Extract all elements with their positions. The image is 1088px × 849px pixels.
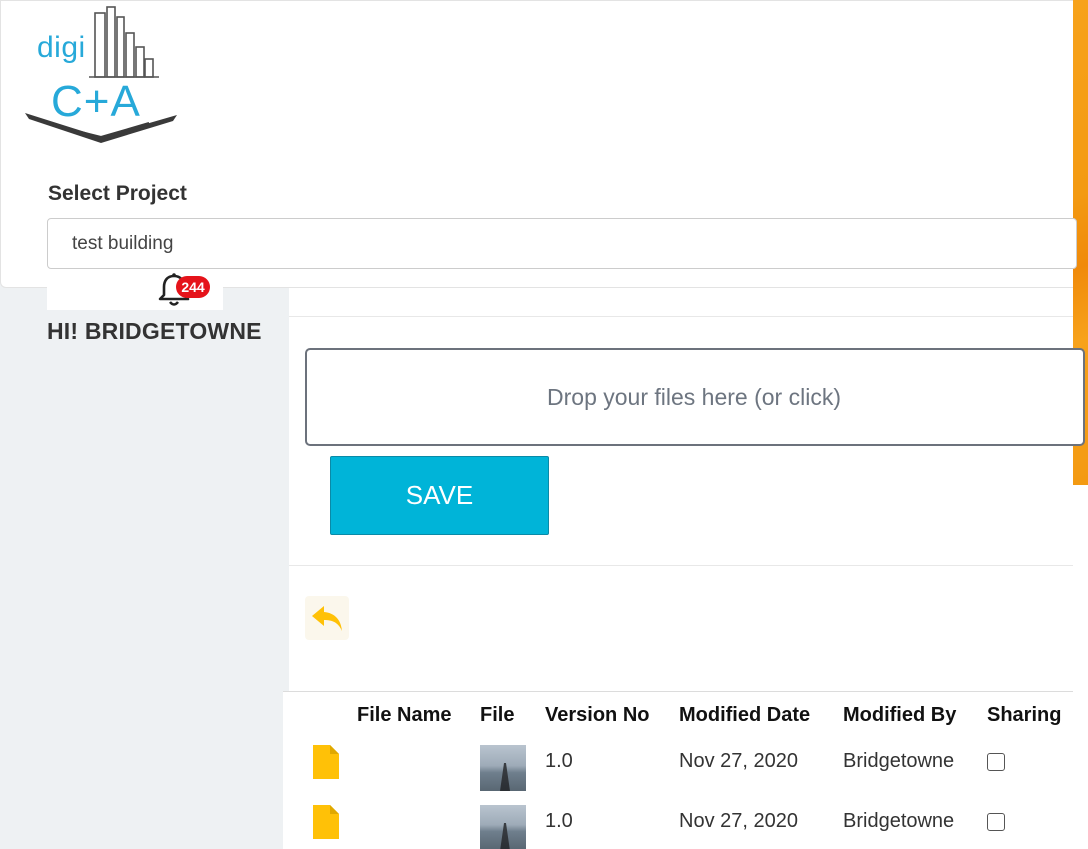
cell-version: 1.0	[545, 750, 573, 772]
save-button[interactable]: SAVE	[330, 456, 549, 535]
cell-modified-date: Nov 27, 2020	[679, 810, 798, 832]
select-project-label: Select Project	[48, 182, 187, 205]
column-header-modified-by[interactable]: Modified By	[843, 704, 956, 727]
back-button[interactable]	[305, 596, 349, 640]
sharing-checkbox[interactable]	[987, 813, 1005, 831]
column-header-sharing[interactable]: Sharing	[987, 704, 1061, 727]
divider	[289, 316, 1073, 317]
column-header-modified-date[interactable]: Modified Date	[679, 704, 810, 727]
cell-modified-by: Bridgetowne	[843, 810, 955, 832]
column-header-file-name[interactable]: File Name	[357, 704, 451, 727]
sharing-checkbox[interactable]	[987, 753, 1005, 771]
cell-version: 1.0	[545, 810, 573, 832]
table-border	[283, 691, 1073, 692]
file-thumbnail[interactable]	[480, 745, 526, 791]
cell-modified-by: Bridgetowne	[843, 750, 955, 772]
files-table: File Name File Version No Modified Date …	[283, 691, 1073, 849]
project-select[interactable]: test building	[47, 218, 1077, 269]
project-select-value: test building	[72, 233, 174, 254]
column-header-version-no[interactable]: Version No	[545, 704, 649, 727]
back-arrow-icon	[312, 606, 342, 631]
cell-modified-date: Nov 27, 2020	[679, 750, 798, 772]
logo-text-ca: C+A	[51, 77, 141, 126]
user-greeting: HI! BRIDGETOWNE	[47, 318, 262, 344]
column-header-file[interactable]: File	[480, 704, 514, 727]
digi-ca-logo: digi C+A	[23, 3, 181, 145]
file-dropzone[interactable]: Drop your files here (or click)	[305, 348, 1085, 446]
file-icon[interactable]	[313, 805, 339, 839]
file-thumbnail[interactable]	[480, 805, 526, 849]
divider	[289, 565, 1073, 566]
logo-text-digi: digi	[37, 31, 86, 64]
file-icon[interactable]	[313, 745, 339, 779]
dropzone-text: Drop your files here (or click)	[547, 383, 841, 410]
notification-count-badge[interactable]: 244	[176, 276, 210, 298]
notification-area: 244	[47, 270, 223, 310]
